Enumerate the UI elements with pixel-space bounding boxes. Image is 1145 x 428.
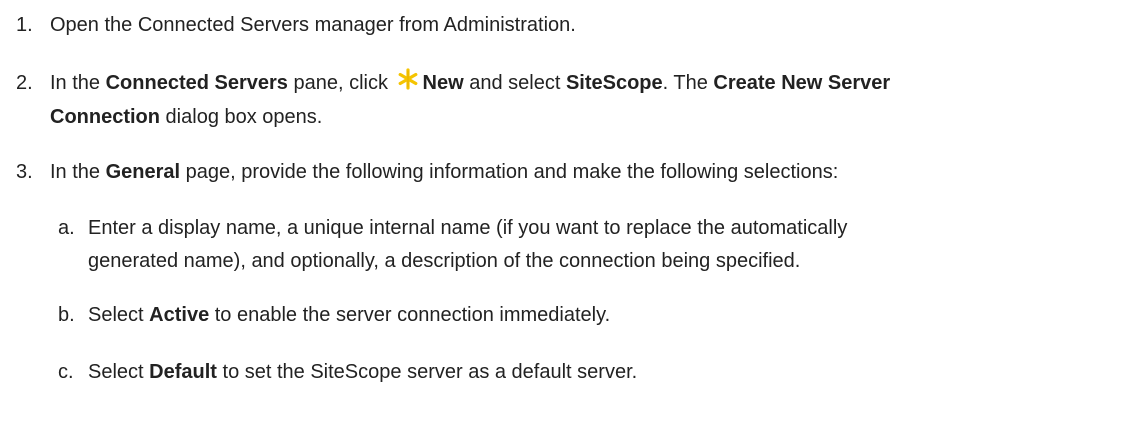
ui-term-general: General bbox=[105, 161, 181, 183]
ui-term-connected-servers: Connected Servers bbox=[105, 72, 288, 94]
step-1-text: Open the Connected Servers manager from … bbox=[50, 14, 576, 36]
text-run: . The bbox=[662, 72, 714, 94]
text-run: Enter a display name, a unique internal … bbox=[88, 217, 848, 239]
step-text: In the Connected Servers pane, click New… bbox=[50, 66, 1140, 134]
ui-term-new: New bbox=[422, 72, 464, 94]
substep-text: Select Default to set the SiteScope serv… bbox=[88, 356, 1138, 389]
text-run: pane, click bbox=[287, 72, 394, 94]
text-run: dialog box opens. bbox=[160, 106, 323, 128]
text-run: In the bbox=[50, 161, 106, 183]
text-run: page, provide the following information … bbox=[180, 161, 839, 183]
text-run: Select bbox=[88, 304, 150, 326]
document: 1. Open the Connected Servers manager fr… bbox=[0, 0, 1145, 428]
text-run: Select bbox=[88, 361, 150, 383]
substep-letter: c. bbox=[58, 361, 74, 383]
step-number: 3. bbox=[16, 161, 33, 183]
substep-letter: b. bbox=[58, 304, 75, 326]
text-run: In the bbox=[50, 72, 106, 94]
ui-term-sitescope: SiteScope bbox=[565, 72, 663, 94]
text-run: and select bbox=[463, 72, 566, 94]
ui-term-create-new-server: Create New Server bbox=[713, 72, 891, 94]
text-run: to set the SiteScope server as a default… bbox=[216, 361, 638, 383]
substep-text: Enter a display name, a unique internal … bbox=[88, 212, 1138, 278]
step-number: 1. bbox=[16, 14, 33, 36]
ui-term-connection: Connection bbox=[50, 106, 160, 128]
step-number: 2. bbox=[16, 72, 33, 94]
step-text: In the General page, provide the followi… bbox=[50, 155, 1140, 189]
substep-letter: a. bbox=[58, 217, 75, 239]
ui-term-active: Active bbox=[149, 304, 210, 326]
new-asterisk-icon bbox=[398, 68, 417, 90]
substep-text: Select Active to enable the server conne… bbox=[88, 299, 1138, 332]
step-text: Open the Connected Servers manager from … bbox=[50, 8, 1140, 42]
ui-term-default: Default bbox=[149, 361, 217, 383]
text-run: generated name), and optionally, a descr… bbox=[88, 250, 801, 272]
text-run: to enable the server connection immediat… bbox=[209, 304, 611, 326]
